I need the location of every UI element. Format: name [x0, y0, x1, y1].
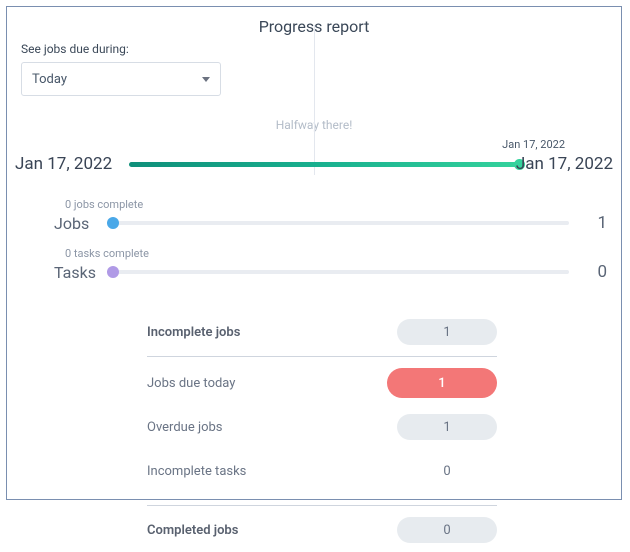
stat-label: Incomplete tasks — [147, 464, 246, 479]
timeline-start-date: Jan 17, 2022 — [15, 154, 112, 174]
period-dropdown[interactable]: Today — [21, 62, 221, 96]
period-dropdown-value: Today — [32, 72, 67, 87]
stat-pill[interactable]: 1 — [397, 319, 497, 345]
stat-row-incomplete-jobs: Incomplete jobs 1 — [147, 310, 497, 354]
stat-label: Incomplete jobs — [147, 325, 240, 340]
stats-table: Incomplete jobs 1 Jobs due today 1 Overd… — [21, 310, 607, 552]
timeline-progress-bar — [129, 162, 521, 167]
jobs-progress-sublabel: 0 jobs complete — [65, 198, 607, 211]
stat-pill[interactable]: 0 — [397, 517, 497, 543]
jobs-progress: 0 jobs complete Jobs 1 — [21, 198, 607, 233]
stat-row-overdue-jobs: Overdue jobs 1 — [147, 405, 497, 449]
tasks-progress-track — [107, 270, 569, 274]
stat-label: Completed jobs — [147, 523, 238, 538]
stat-label: Overdue jobs — [147, 420, 223, 435]
tasks-progress-total: 0 — [579, 262, 607, 282]
stat-row-jobs-due-today: Jobs due today 1 — [147, 361, 497, 405]
tasks-progress-label: Tasks — [21, 263, 97, 282]
jobs-progress-total: 1 — [579, 213, 607, 233]
tasks-progress: 0 tasks complete Tasks 0 — [21, 247, 607, 282]
jobs-progress-label: Jobs — [21, 214, 97, 233]
timeline-end-date: Jan 17, 2022 — [516, 154, 613, 174]
timeline-top-date: Jan 17, 2022 — [502, 138, 565, 151]
jobs-progress-dot-icon — [107, 217, 119, 229]
tasks-progress-dot-icon — [107, 266, 119, 278]
stat-pill-alert[interactable]: 1 — [387, 368, 497, 398]
stat-value: 0 — [397, 464, 497, 479]
stat-row-incomplete-tasks: Incomplete tasks 0 — [147, 449, 497, 493]
jobs-progress-track — [107, 221, 569, 225]
divider — [147, 356, 497, 357]
timeline: Jan 17, 2022 Jan 17, 2022 Jan 17, 2022 — [21, 152, 607, 180]
progress-report-panel: Progress report See jobs due during: Tod… — [6, 6, 622, 500]
chevron-down-icon — [202, 77, 210, 82]
stat-pill[interactable]: 1 — [397, 414, 497, 440]
divider — [147, 505, 497, 506]
stat-row-completed-jobs: Completed jobs 0 — [147, 508, 497, 552]
tasks-progress-sublabel: 0 tasks complete — [65, 247, 607, 260]
stat-label: Jobs due today — [147, 376, 235, 391]
